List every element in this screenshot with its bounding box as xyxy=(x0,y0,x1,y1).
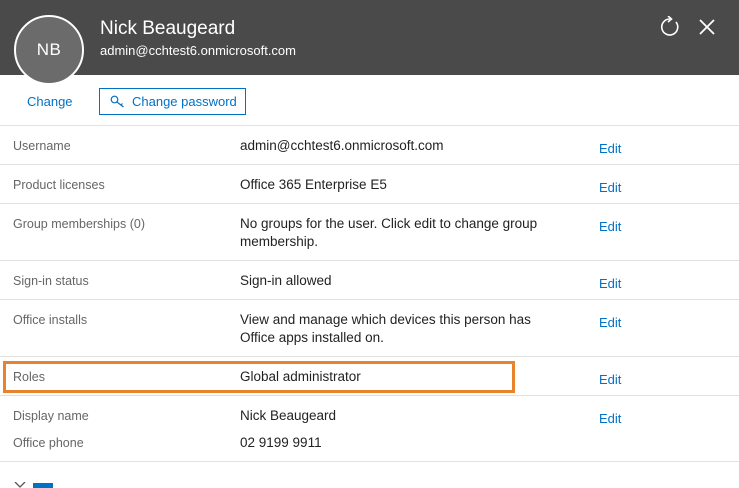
roles-highlight-box xyxy=(3,361,515,393)
detail-row-office-installs: Office installs View and manage which de… xyxy=(0,299,739,356)
avatar: NB xyxy=(14,15,84,85)
user-email: admin@cchtest6.onmicrosoft.com xyxy=(100,43,296,58)
edit-link[interactable]: Edit xyxy=(599,372,621,387)
row-value: 02 9199 9911 xyxy=(240,435,322,450)
edit-link[interactable]: Edit xyxy=(599,141,621,156)
row-label: Username xyxy=(13,139,71,153)
row-label: Office installs xyxy=(13,313,88,327)
mail-icon xyxy=(33,483,53,488)
row-value: Sign-in allowed xyxy=(240,273,332,288)
change-photo-link[interactable]: Change xyxy=(27,94,73,109)
change-password-label: Change password xyxy=(132,94,237,109)
row-label: Product licenses xyxy=(13,178,105,192)
row-value: admin@cchtest6.onmicrosoft.com xyxy=(240,138,444,153)
row-label: Display name xyxy=(13,409,89,423)
edit-link[interactable]: Edit xyxy=(599,219,621,234)
edit-link[interactable]: Edit xyxy=(599,180,621,195)
refresh-icon[interactable] xyxy=(659,16,681,38)
detail-row-group-memberships: Group memberships (0) No groups for the … xyxy=(0,203,739,260)
row-label: Office phone xyxy=(13,436,84,450)
row-value: Nick Beaugeard xyxy=(240,408,337,423)
change-password-button[interactable]: Change password xyxy=(99,88,246,115)
row-value: Office 365 Enterprise E5 xyxy=(240,177,387,192)
key-icon xyxy=(110,95,124,108)
chevron-down-icon[interactable] xyxy=(14,482,26,488)
user-header: NB Nick Beaugeard admin@cchtest6.onmicro… xyxy=(0,0,739,85)
detail-row-display-name: Display name Nick Beaugeard Edit Office … xyxy=(0,395,739,461)
detail-row-sign-in-status: Sign-in status Sign-in allowed Edit xyxy=(0,260,739,299)
user-name: Nick Beaugeard xyxy=(100,18,236,39)
edit-link[interactable]: Edit xyxy=(599,315,621,330)
edit-link[interactable]: Edit xyxy=(599,411,621,426)
divider xyxy=(0,461,739,462)
detail-row-product-licenses: Product licenses Office 365 Enterprise E… xyxy=(0,164,739,203)
close-icon[interactable] xyxy=(696,16,718,38)
row-label: Sign-in status xyxy=(13,274,89,288)
detail-row-username: Username admin@cchtest6.onmicrosoft.com … xyxy=(0,125,739,164)
row-value: No groups for the user. Click edit to ch… xyxy=(240,216,538,249)
row-value: View and manage which devices this perso… xyxy=(240,312,531,345)
edit-link[interactable]: Edit xyxy=(599,276,621,291)
row-label: Group memberships (0) xyxy=(13,217,145,231)
